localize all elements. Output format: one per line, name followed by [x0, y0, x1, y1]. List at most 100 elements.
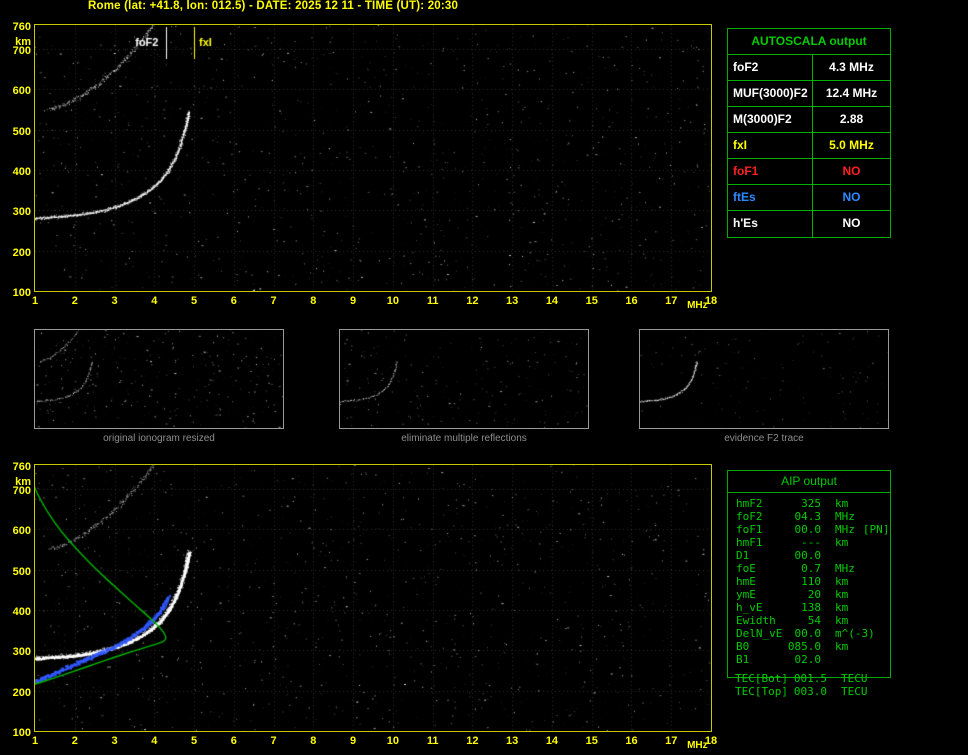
aip-label: foE — [736, 562, 756, 575]
aip-unit: km — [835, 601, 849, 614]
y-axis-tick: 760 — [12, 461, 31, 473]
aip-label: hmF1 — [736, 536, 763, 549]
x-axis-tick: 6 — [230, 735, 237, 747]
x-axis-tick: 12 — [466, 295, 479, 307]
aip-unit: TECU — [841, 685, 868, 698]
x-axis-tick: 13 — [506, 295, 519, 307]
aip-row: hmF1 --- km — [728, 536, 890, 549]
aip-label: foF1 — [736, 523, 763, 536]
y-axis-tick: 200 — [12, 246, 31, 259]
thumbnail-caption-original: original ionogram resized — [103, 433, 215, 444]
y-axis-tick: 400 — [12, 166, 31, 179]
y-axis-tick: 300 — [12, 206, 31, 219]
x-axis-tick: 4 — [151, 295, 158, 307]
aip-label: foF2 — [736, 510, 763, 523]
autoscala-row-label: M(3000)F2 — [728, 107, 813, 132]
aip-label: B1 — [736, 653, 750, 666]
aip-value: 138 — [801, 601, 821, 614]
thumbnail-eliminate-reflections — [339, 329, 589, 429]
aip-unit: m^(-3) — [835, 627, 875, 640]
thumbnail-canvas-evidence — [640, 330, 888, 428]
y-axis-tick: 760 — [12, 21, 31, 33]
aip-label: hmE — [736, 575, 756, 588]
aip-label: hmF2 — [736, 497, 763, 510]
y-axis-tick: 600 — [12, 85, 31, 98]
ionogram-plot-top — [34, 24, 712, 292]
aip-header: AIP output — [728, 471, 890, 493]
x-axis-tick: 1 — [31, 295, 39, 307]
aip-value: 02.0 — [794, 653, 822, 666]
aip-row: foE 0.7 MHz — [728, 562, 890, 575]
thumbnail-caption-evidence: evidence F2 trace — [724, 433, 804, 444]
x-axis-tick: 14 — [545, 295, 559, 307]
aip-label: D1 — [736, 549, 750, 562]
x-axis-tick: 11 — [426, 735, 439, 747]
x-axis-tick: 10 — [386, 295, 399, 307]
autoscala-row-foF2: foF2 4.3 MHz — [728, 55, 890, 81]
y-axis-tick: 300 — [12, 646, 31, 659]
x-axis-tick: 9 — [350, 735, 357, 747]
x-axis-tick: 8 — [310, 295, 317, 307]
y-axis-unit-label: km — [15, 476, 31, 488]
aip-value: 110 — [801, 575, 821, 588]
autoscala-row-value: NO — [842, 190, 861, 204]
y-axis-tick: 600 — [12, 525, 31, 538]
aip-label: ymE — [736, 588, 756, 601]
x-axis-tick: 8 — [310, 735, 317, 747]
thumbnail-evidence-f2 — [639, 329, 889, 429]
aip-unit: km — [835, 588, 849, 601]
x-axis-tick: 2 — [71, 735, 78, 747]
aip-row: Ewidth 54 km — [728, 614, 890, 627]
aip-value: 001.5 — [793, 672, 827, 685]
aip-unit: km — [835, 497, 849, 510]
aip-value: 0.7 — [801, 562, 821, 575]
aip-row: hmE 110 km — [728, 575, 890, 588]
autoscala-row-value: NO — [842, 164, 861, 178]
thumbnail-canvas-original — [35, 330, 283, 428]
y-axis-tick: 500 — [12, 565, 31, 578]
x-axis-tick: 10 — [386, 735, 399, 747]
aip-row: DelN_vE 00.0 m^(-3) — [728, 627, 890, 640]
x-axis-tick: 7 — [270, 295, 277, 307]
y-axis-tick: 400 — [12, 606, 31, 619]
ionogram-canvas-top — [35, 25, 711, 291]
autoscala-row-muf: MUF(3000)F2 12.4 MHz — [728, 81, 890, 107]
aip-value: 325 — [801, 497, 821, 510]
aip-value: --- — [801, 536, 821, 549]
x-axis-tick: 12 — [466, 735, 479, 747]
aip-value: 085.0 — [787, 640, 821, 653]
x-axis-tick: 11 — [426, 295, 439, 307]
autoscala-row-foF1: foF1 NO — [728, 159, 890, 185]
aip-row: TEC[Bot] 001.5 TECU — [727, 672, 891, 685]
aip-value: 54 — [807, 614, 821, 627]
aip-label: DelN_vE — [736, 627, 783, 640]
thumbnail-original-ionogram — [34, 329, 284, 429]
x-axis-tick: 13 — [506, 735, 519, 747]
autoscala-row-hEs: h'Es NO — [728, 211, 890, 237]
autoscala-row-fxI: fxI 5.0 MHz — [728, 133, 890, 159]
aip-row: TEC[Top] 003.0 TECU — [727, 685, 891, 698]
aip-unit: TECU — [841, 672, 868, 685]
aip-label: Ewidth — [736, 614, 776, 627]
aip-value: 04.3 — [794, 510, 822, 523]
aip-unit: km — [835, 575, 849, 588]
aip-label: TEC[Top] — [735, 685, 788, 698]
autoscala-row-label: foF1 — [728, 159, 813, 184]
aip-row: D1 00.0 — [728, 549, 890, 562]
aip-label: B0 — [736, 640, 750, 653]
aip-row: B1 02.0 — [728, 653, 890, 666]
aip-unit: MHz — [835, 510, 855, 523]
aip-label: h_vE — [736, 601, 763, 614]
aip-value: 003.0 — [793, 685, 827, 698]
aip-row: ymE 20 km — [728, 588, 890, 601]
aip-value: 00.0 — [794, 549, 822, 562]
aip-table: AIP output hmF2 325 km foF2 04.3 MHz foF1 00.0 M… — [727, 470, 891, 678]
autoscala-table: AUTOSCALA output foF2 4.3 MHz MUF(3000)F… — [727, 28, 891, 238]
y-axis-unit-label: km — [15, 36, 31, 48]
x-axis-tick: 2 — [71, 295, 78, 307]
y-axis-tick: 200 — [12, 686, 31, 699]
x-axis-tick: 15 — [585, 735, 598, 747]
aip-value: 00.0 — [794, 627, 822, 640]
x-axis-tick: 15 — [585, 295, 598, 307]
ionogram-canvas-bottom — [35, 465, 711, 731]
